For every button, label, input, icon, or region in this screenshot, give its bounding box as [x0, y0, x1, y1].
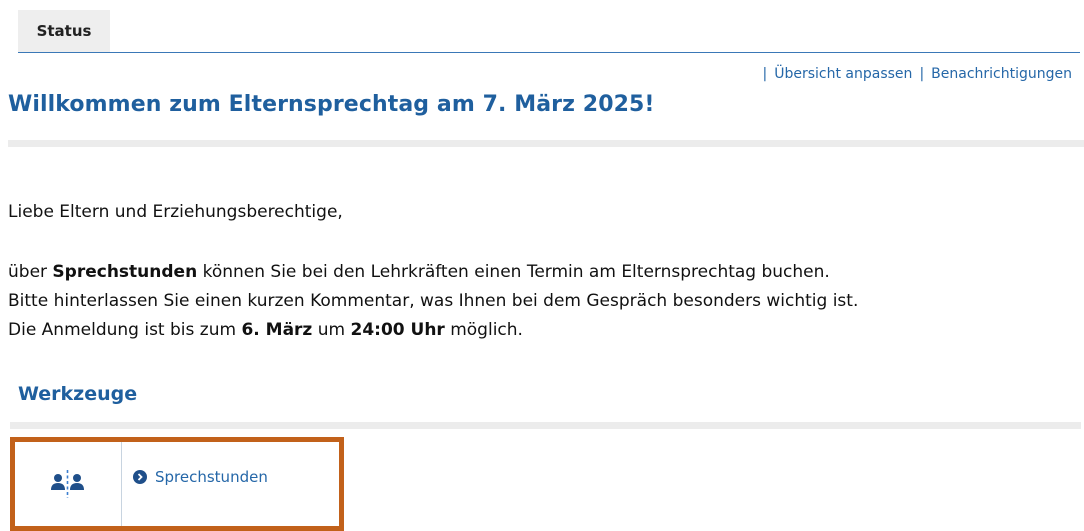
intro-line2: Bitte hinterlassen Sie einen kurzen Komm…: [8, 291, 859, 311]
tab-bar: Status: [18, 10, 1080, 53]
tools-divider: [10, 422, 1081, 429]
chevron-right-icon: [133, 470, 147, 484]
page-title: Willkommen zum Elternsprechtag am 7. Mär…: [8, 92, 655, 117]
link-separator: |: [919, 66, 925, 82]
intro-line3: Die Anmeldung ist bis zum 6. März um 24:…: [8, 320, 523, 340]
deadline-date: 6. März: [241, 320, 313, 340]
intro-line1: über Sprechstunden können Sie bei den Le…: [8, 262, 830, 282]
tool-icon-cell: [15, 442, 122, 526]
greeting-text: Liebe Eltern und Erziehungsberechtige,: [8, 202, 343, 222]
tool-item-sprechstunden[interactable]: Sprechstunden: [10, 437, 344, 531]
consultation-icon: [51, 470, 84, 498]
sprechstunden-link[interactable]: Sprechstunden: [133, 468, 268, 486]
deadline-time: 24:00 Uhr: [350, 320, 445, 340]
tab-status[interactable]: Status: [18, 10, 110, 52]
notifications-link[interactable]: Benachrichtigungen: [931, 66, 1072, 82]
sprechstunden-emphasis: Sprechstunden: [52, 262, 198, 282]
intro-paragraph: über Sprechstunden können Sie bei den Le…: [8, 258, 858, 345]
link-separator: |: [762, 66, 768, 82]
tools-heading: Werkzeuge: [18, 383, 138, 405]
title-divider: [8, 140, 1084, 147]
adjust-overview-link[interactable]: Übersicht anpassen: [774, 66, 912, 82]
top-links: | Übersicht anpassen | Benachrichtigunge…: [756, 66, 1072, 82]
tool-label: Sprechstunden: [155, 468, 268, 486]
